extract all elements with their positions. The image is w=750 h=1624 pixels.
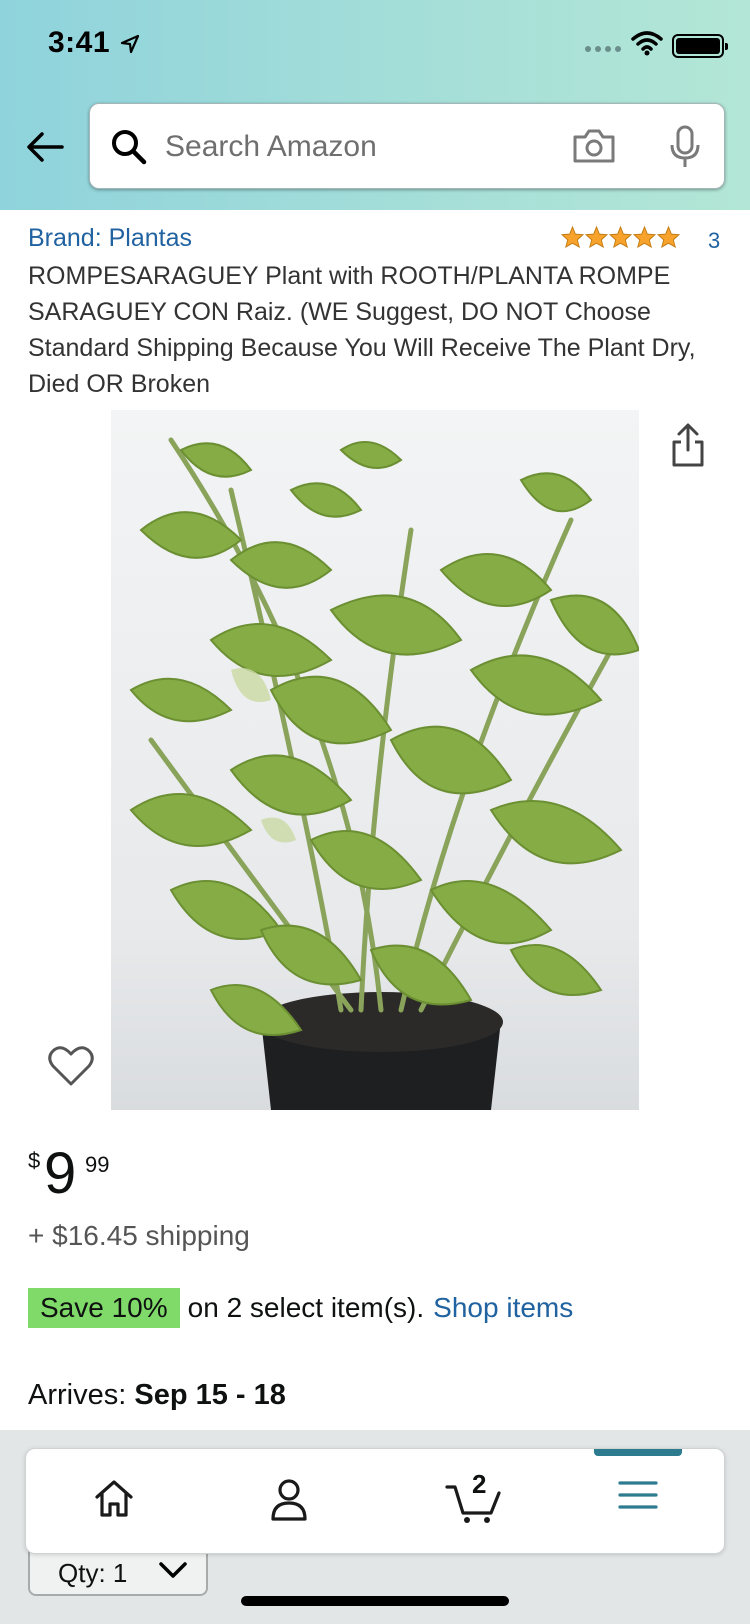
plant-illustration [111, 410, 639, 1110]
product-image[interactable] [111, 410, 639, 1110]
chevron-down-icon [159, 1562, 187, 1578]
battery-icon [672, 34, 728, 58]
product-title: ROMPESARAGUEY Plant with ROOTH/PLANTA RO… [28, 262, 696, 398]
tab-menu[interactable] [588, 1449, 688, 1555]
arrives-date: Sep 15 - 18 [134, 1379, 286, 1411]
shop-items-link[interactable]: Shop items [433, 1292, 573, 1324]
rating-stars[interactable] [561, 226, 680, 248]
tab-home[interactable] [64, 1449, 164, 1555]
brand-link[interactable]: Brand: Plantas [28, 224, 192, 253]
tab-account[interactable] [239, 1449, 339, 1555]
price-whole: 9 [44, 1141, 77, 1206]
quantity-label: Qty: 1 [58, 1558, 128, 1588]
promo-badge: Save 10% [28, 1288, 180, 1328]
shipping-cost: + $16.45 shipping [28, 1220, 250, 1251]
cart-count-badge: 2 [472, 1469, 487, 1499]
location-arrow-icon [120, 34, 140, 54]
delivery-estimate: Arrives: Sep 15 - 18 [28, 1379, 286, 1412]
menu-icon [618, 1481, 658, 1509]
bottom-tab-bar: 2 [25, 1448, 725, 1554]
star-icon [561, 226, 584, 248]
status-time: 3:41 [48, 26, 111, 59]
arrives-label: Arrives: [28, 1379, 127, 1411]
star-icon [609, 226, 632, 248]
search-bar[interactable]: Search Amazon [89, 103, 725, 189]
star-icon [657, 226, 680, 248]
price-currency: $ [28, 1148, 41, 1173]
star-icon [633, 226, 656, 248]
home-indicator [241, 1596, 509, 1606]
rating-count[interactable]: 3 [708, 228, 720, 254]
wifi-icon [631, 31, 663, 56]
search-icon [112, 130, 147, 165]
promotion: Save 10% on 2 select item(s). Shop items [28, 1288, 573, 1328]
microphone-icon[interactable] [668, 125, 702, 169]
back-arrow-icon[interactable] [24, 126, 66, 168]
cellular-signal-icon [585, 46, 621, 52]
home-icon [95, 1480, 133, 1517]
share-icon[interactable] [671, 422, 705, 468]
app-header: 3:41 Search Amazon [0, 0, 750, 210]
search-input[interactable]: Search Amazon [165, 130, 377, 164]
tab-cart[interactable]: 2 [424, 1449, 524, 1555]
camera-icon[interactable] [571, 127, 617, 165]
star-icon [585, 226, 608, 248]
heart-icon[interactable] [48, 1045, 94, 1087]
person-icon [271, 1479, 307, 1521]
price-fraction: 99 [85, 1152, 110, 1177]
promo-text: on 2 select item(s). [187, 1292, 425, 1323]
